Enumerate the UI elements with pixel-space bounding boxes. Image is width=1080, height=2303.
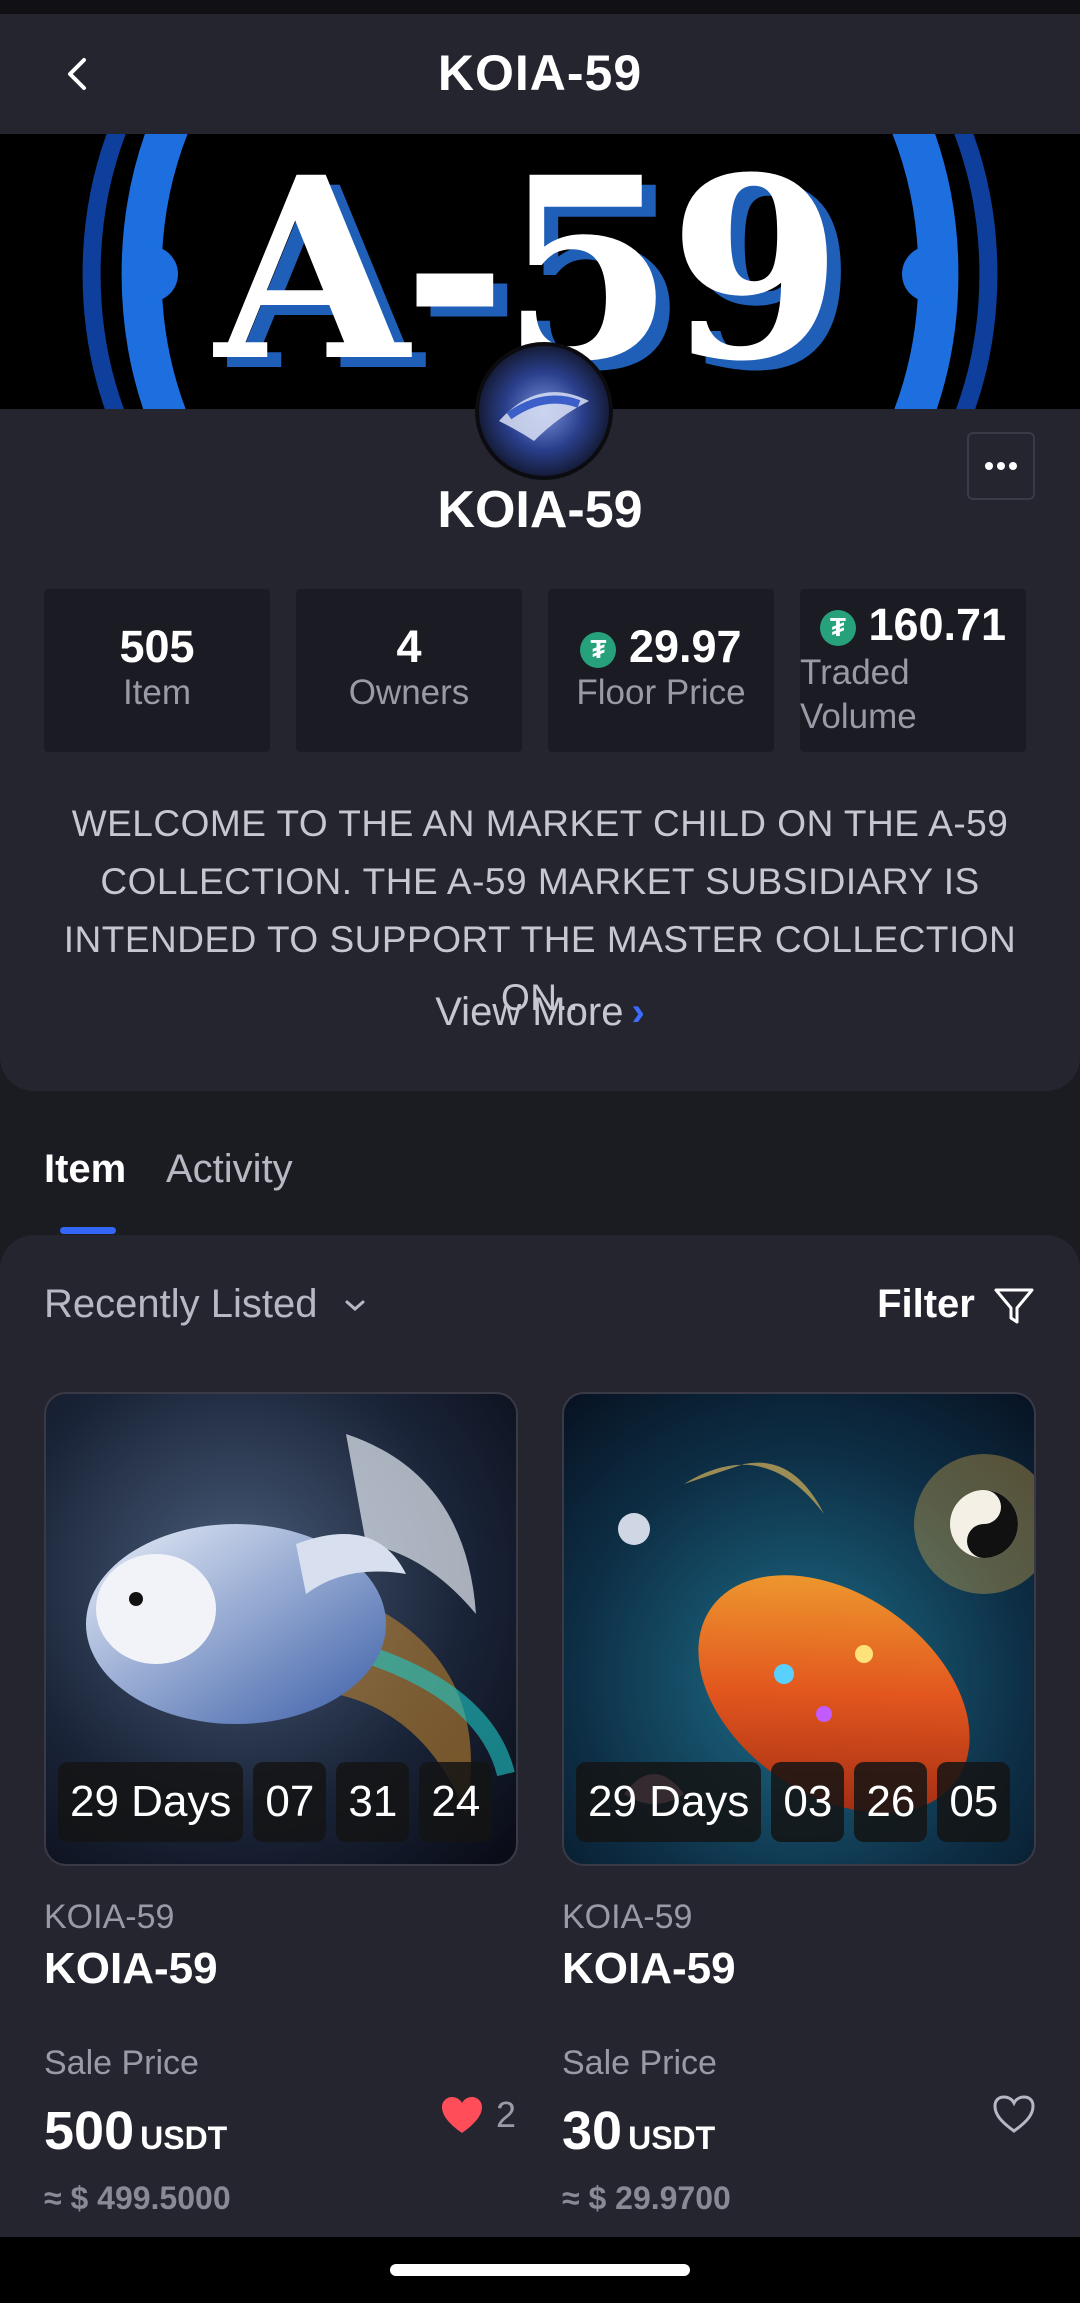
usd-equivalent: ≈ $ 499.5000: [44, 2180, 231, 2216]
page-title: KOIA-59: [437, 45, 643, 101]
timer-hours: 07: [253, 1762, 327, 1842]
chevron-right-icon: ›: [631, 990, 645, 1034]
home-indicator[interactable]: [390, 2264, 690, 2276]
nft-card-image[interactable]: 29 Days 03 26 05: [562, 1392, 1036, 1866]
koi-avatar-image: [479, 346, 609, 476]
price-value: 500: [44, 2101, 135, 2161]
sale-price: 30 USDT: [562, 2100, 715, 2162]
sale-price: 500 USDT: [44, 2100, 227, 2162]
tether-icon: [580, 632, 617, 669]
view-more-link[interactable]: View More ›: [0, 990, 1080, 1035]
ellipsis-icon: [985, 462, 1017, 470]
status-bar: [0, 0, 1080, 14]
timer-days: 29 Days: [576, 1762, 762, 1842]
timer-minutes: 26: [854, 1762, 928, 1842]
card-collection: KOIA-59: [44, 1898, 175, 1936]
timer-seconds: 05: [937, 1762, 1011, 1842]
stat-value-row: 160.71: [800, 599, 1026, 651]
price-unit: USDT: [140, 2120, 228, 2156]
top-bar: KOIA-59: [0, 14, 1080, 134]
stat-value: 505: [119, 621, 195, 672]
timer-minutes: 31: [336, 1762, 410, 1842]
stat-value: 29.97: [628, 621, 742, 672]
sort-dropdown[interactable]: Recently Listed: [44, 1282, 367, 1327]
filter-funnel-icon: [994, 1288, 1034, 1324]
sort-label: Recently Listed: [44, 1282, 318, 1326]
heart-filled-icon: [442, 2097, 482, 2133]
nft-card-image[interactable]: 29 Days 07 31 24: [44, 1392, 518, 1866]
card-title[interactable]: KOIA-59: [44, 1944, 218, 1994]
filter-label: Filter: [877, 1282, 975, 1326]
stat-value: 4: [396, 621, 422, 672]
like-button[interactable]: 2: [440, 2094, 516, 2136]
stat-label: Owners: [348, 673, 470, 712]
chevron-down-icon: [345, 1300, 365, 1312]
like-button[interactable]: [992, 2094, 1036, 2134]
stat-traded-volume: 160.71 Traded Volume: [800, 589, 1026, 752]
tab-activity[interactable]: Activity: [166, 1147, 293, 1192]
collection-avatar: [475, 342, 613, 480]
stat-label: Floor Price: [576, 673, 746, 712]
view-more-label: View More: [435, 990, 624, 1034]
stat-value-row: 29.97: [548, 621, 774, 673]
countdown-timer: 29 Days 07 31 24: [58, 1762, 493, 1842]
heart-outline-icon: [993, 2095, 1035, 2133]
stat-owners: 4 Owners: [296, 589, 522, 752]
sale-price-label: Sale Price: [562, 2044, 717, 2082]
timer-hours: 03: [771, 1762, 845, 1842]
filter-button[interactable]: Filter: [877, 1282, 1036, 1328]
countdown-timer: 29 Days 03 26 05: [576, 1762, 1011, 1842]
card-collection: KOIA-59: [562, 1898, 693, 1936]
stat-label: Item: [122, 673, 192, 712]
usd-equivalent: ≈ $ 29.9700: [562, 2180, 731, 2216]
price-value: 30: [562, 2101, 623, 2161]
price-unit: USDT: [628, 2120, 716, 2156]
stat-items: 505 Item: [44, 589, 270, 752]
like-count: 2: [496, 2094, 517, 2135]
stat-label: Traded Volume: [800, 653, 917, 736]
tether-icon: [819, 610, 856, 647]
stat-floor-price: 29.97 Floor Price: [548, 589, 774, 752]
sale-price-label: Sale Price: [44, 2044, 199, 2082]
stat-value: 160.71: [868, 599, 1007, 650]
collection-name: KOIA-59: [437, 481, 643, 539]
tab-item[interactable]: Item: [44, 1147, 126, 1192]
timer-days: 29 Days: [58, 1762, 244, 1842]
card-title[interactable]: KOIA-59: [562, 1944, 736, 1994]
active-tab-indicator: [60, 1227, 116, 1234]
timer-seconds: 24: [419, 1762, 493, 1842]
